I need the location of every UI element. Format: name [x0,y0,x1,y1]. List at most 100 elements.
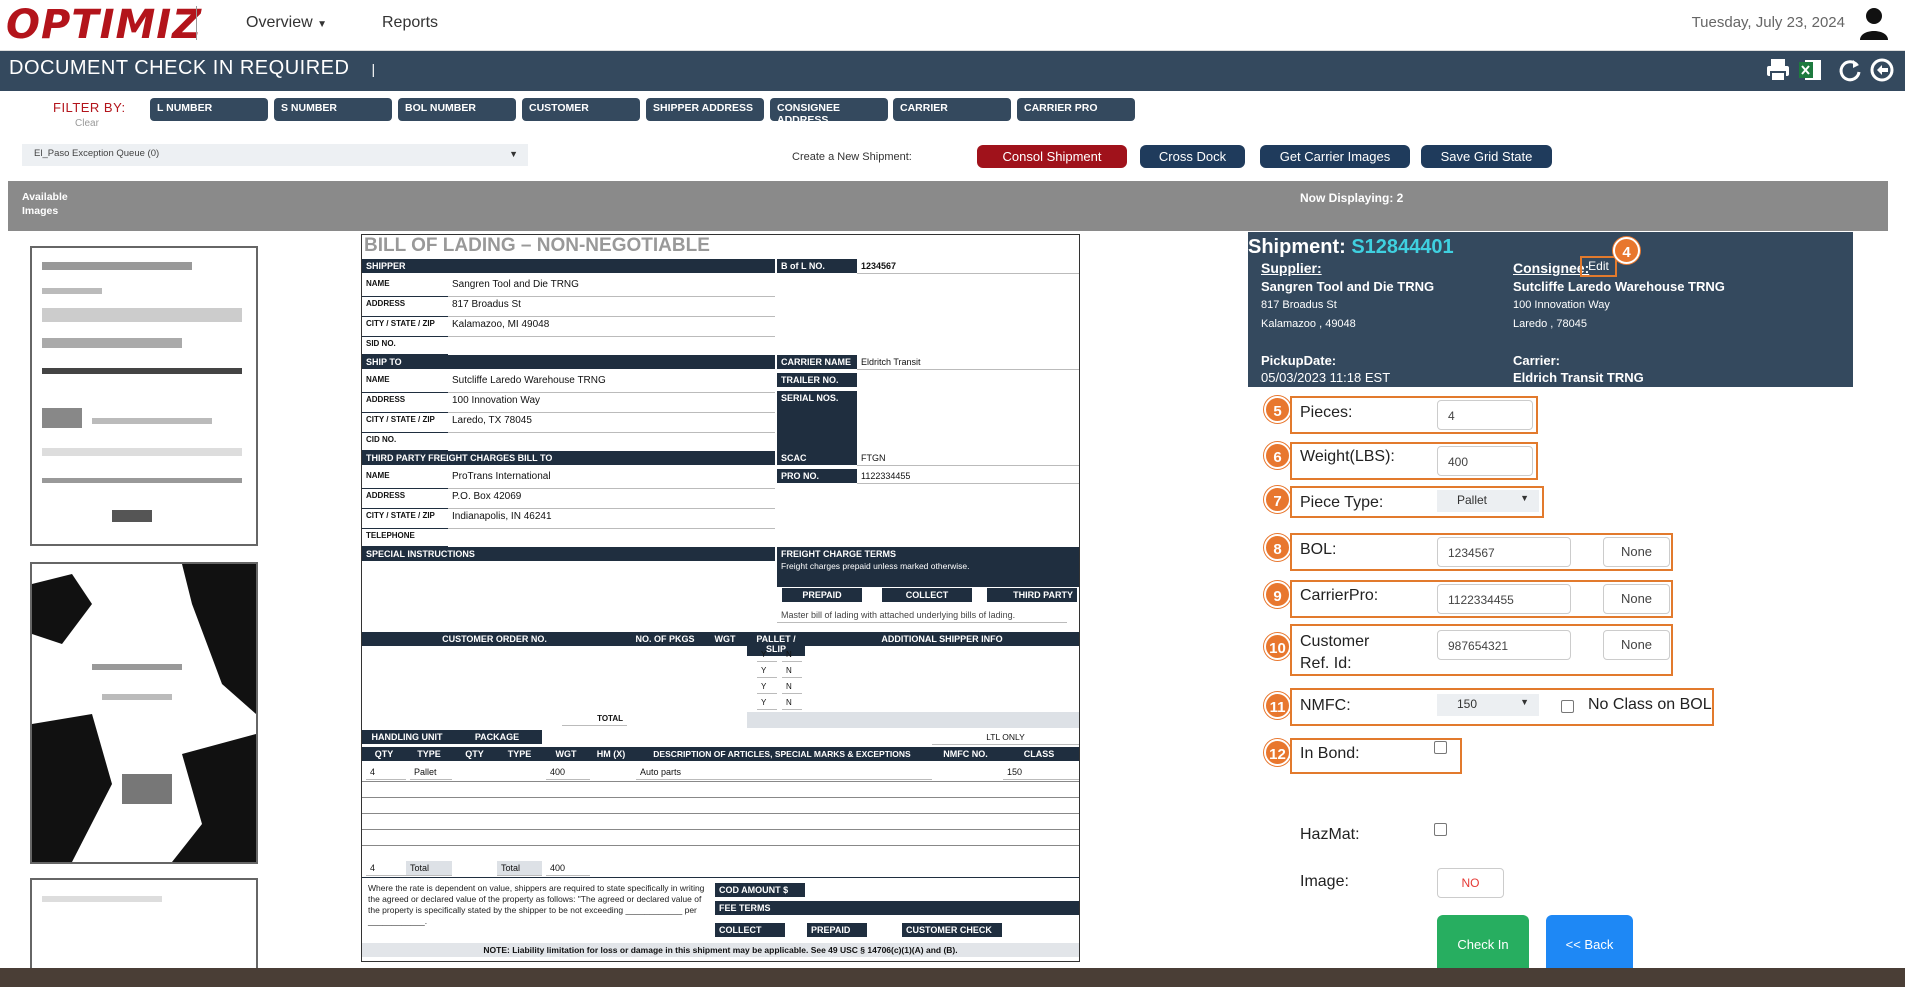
page-title-text: DOCUMENT CHECK IN REQUIRED [9,57,350,79]
cid-label: CID NO. [362,433,448,451]
shipment-heading: Shipment: S12844401 [1248,236,1454,259]
back-circle-icon[interactable] [1869,57,1895,83]
filter-chip-shipper-address[interactable]: SHIPPER ADDRESS [646,98,764,121]
slip-n-4: N [782,696,802,710]
queue-select[interactable]: El_Paso Exception Queue (0) ▼ [22,144,528,166]
refresh-icon[interactable] [1837,57,1863,83]
carrierpro-none-button[interactable]: None [1603,584,1670,614]
filter-clear-link[interactable]: Clear [75,118,99,129]
custref-none-button[interactable]: None [1603,630,1670,660]
carrier-name-label: CARRIER NAME [777,355,857,369]
wgt-header: WGT [703,632,747,646]
shipto-csz-label: CITY / STATE / ZIP [362,413,448,433]
consignee-address: 100 Innovation Way [1513,299,1610,311]
image-toggle[interactable]: NO [1437,868,1504,898]
filter-chip-carrier-pro[interactable]: CARRIER PRO [1017,98,1135,121]
third-csz-label: CITY / STATE / ZIP [362,509,448,529]
fee-prepaid-label: PREPAID [807,923,867,937]
prepaid-label: PREPAID [782,588,862,602]
cross-dock-button[interactable]: Cross Dock [1140,145,1245,168]
row-description: Auto parts [636,765,932,780]
telephone-label: TELEPHONE [362,529,448,547]
no-class-checkbox[interactable] [1561,700,1574,713]
description-header: DESCRIPTION OF ARTICLES, SPECIAL MARKS &… [632,747,932,761]
filter-chip-l-number[interactable]: L NUMBER [150,98,268,121]
package-header: PACKAGE [452,730,542,744]
nav-overview[interactable]: Overview ▼ [246,14,327,32]
fee-collect-label: COLLECT [715,923,785,937]
bol-label: BOL: [1300,541,1337,558]
weight-input[interactable]: 400 [1437,446,1533,476]
callout-badge-4: 4 [1613,237,1640,264]
pallet-y-1: Y [757,648,777,662]
no-class-label: No Class on BOL [1588,696,1712,713]
images-label: Images [22,205,59,217]
carrier-name-value: Eldritch Transit [857,355,1079,370]
logo-divider [196,6,197,40]
pieces-input[interactable]: 4 [1437,400,1533,430]
consignee-edit-link[interactable]: Edit [1580,256,1617,277]
print-icon[interactable] [1765,57,1791,83]
handling-unit-header: HANDLING UNIT [362,730,452,744]
bill-of-lading-document: BILL OF LADING – NON-NEGOTIABLE SHIPPER … [361,234,1080,962]
class-header: CLASS [999,747,1079,761]
consol-shipment-button[interactable]: Consol Shipment [977,145,1127,168]
filter-chip-customer[interactable]: CUSTOMER [522,98,640,121]
shipper-header: SHIPPER [362,259,775,273]
user-icon[interactable] [1858,6,1888,40]
shipto-name-value: Sutcliffe Laredo Warehouse TRNG [448,373,775,393]
image-label: Image: [1300,873,1349,890]
back-button[interactable]: << Back [1546,915,1633,975]
callout-badge-6: 6 [1264,442,1291,469]
get-carrier-images-button[interactable]: Get Carrier Images [1260,145,1410,168]
caret-down-icon: ▼ [317,19,328,30]
filter-chip-s-number[interactable]: S NUMBER [274,98,392,121]
master-bol-note: Master bill of lading with attached unde… [777,608,1067,623]
save-grid-state-button[interactable]: Save Grid State [1421,145,1552,168]
bol-no-value: 1234567 [857,259,1079,274]
optimiz-logo[interactable]: OPTIMIZ [6,2,202,48]
pro-no-value: 1122334455 [857,469,1079,484]
inbond-checkbox[interactable] [1434,741,1447,754]
image-thumbnail-1[interactable] [30,246,258,546]
filter-chip-carrier[interactable]: CARRIER [893,98,1011,121]
shipper-csz-label: CITY / STATE / ZIP [362,317,448,337]
liability-note: NOTE: Liability limitation for loss or d… [362,943,1079,957]
nav-overview-label: Overview [246,14,313,31]
image-thumbnail-3[interactable] [30,878,258,968]
piece-type-select[interactable]: Pallet ▼ [1437,490,1539,512]
pkg-type-header: TYPE [497,747,542,761]
nmfc-select[interactable]: 150 ▼ [1437,694,1539,716]
check-in-button[interactable]: Check In [1437,915,1529,975]
third-address-label: ADDRESS [362,489,448,509]
slip-n-1: N [782,648,802,662]
bol-title: BILL OF LADING – NON-NEGOTIABLE [364,235,710,256]
shipto-address-label: ADDRESS [362,393,448,413]
consignee-city: Laredo , 78045 [1513,318,1588,330]
total-qty: 4 [366,861,406,876]
carrierpro-input[interactable]: 1122334455 [1437,584,1571,614]
caret-down-icon: ▼ [1520,493,1529,503]
bol-none-button[interactable]: None [1603,537,1670,567]
declared-value-note: Where the rate is dependent on value, sh… [368,883,705,926]
filter-chip-bol-number[interactable]: BOL NUMBER [398,98,516,121]
hu-type-header: TYPE [406,747,452,761]
supplier-city: Kalamazoo , 49048 [1261,318,1356,330]
supplier-label: Supplier: [1261,260,1322,276]
bol-input[interactable]: 1234567 [1437,537,1571,567]
supplier-address: 817 Broadus St [1261,299,1337,311]
excel-icon[interactable] [1797,57,1823,83]
custref-input[interactable]: 987654321 [1437,630,1571,660]
shipper-address-value: 817 Broadus St [448,297,775,317]
hazmat-checkbox[interactable] [1434,823,1447,836]
freight-terms-title: FREIGHT CHARGE TERMS [781,549,897,559]
image-thumbnail-2[interactable] [30,562,258,864]
filter-chip-consignee-address[interactable]: CONSIGNEE ADDRESS [770,98,888,126]
pro-no-label: PRO NO. [777,469,857,483]
nav-reports[interactable]: Reports [382,14,438,32]
callout-badge-8: 8 [1264,534,1291,561]
shipto-csz-value: Laredo, TX 78045 [448,413,775,433]
customer-order-header: CUSTOMER ORDER NO. [362,632,627,646]
page-header: DOCUMENT CHECK IN REQUIRED | [0,51,1905,91]
additional-info-header: ADDITIONAL SHIPPER INFO [805,632,1079,646]
